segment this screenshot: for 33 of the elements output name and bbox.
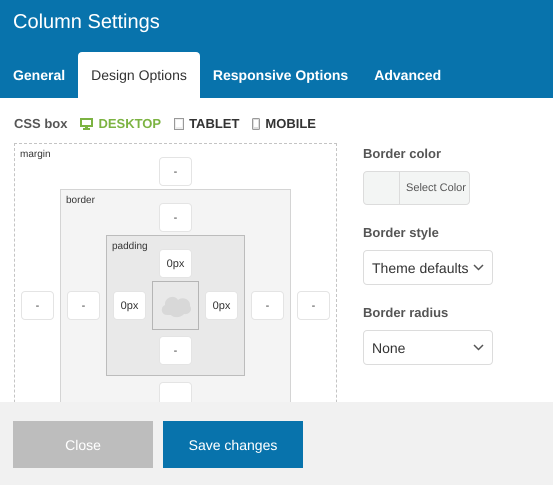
box-label: padding	[111, 240, 149, 254]
input-field[interactable]: -	[159, 157, 192, 186]
tab[interactable]: Responsive Options	[200, 52, 362, 98]
field-label: Border color	[363, 146, 442, 161]
input-field[interactable]: 0px	[113, 291, 146, 320]
section-label: CSS box	[14, 116, 68, 131]
input-field[interactable]: 0px	[205, 291, 238, 320]
input-field[interactable]: -	[67, 291, 100, 320]
chevron-icon	[473, 344, 484, 351]
chevron-icon	[473, 264, 484, 271]
tab[interactable]: General	[0, 52, 78, 98]
input-field[interactable]: -	[159, 203, 192, 232]
select-dropdown[interactable]: None	[363, 330, 493, 365]
box-label: margin	[19, 148, 52, 162]
field-label: Border radius	[363, 305, 450, 320]
tab[interactable]: Advanced	[361, 52, 454, 98]
device-tab[interactable]: TABLET	[174, 116, 240, 131]
window-title: Column Settings	[12, 10, 161, 35]
field-label: Border style	[363, 225, 440, 240]
tab[interactable]: Design Options	[78, 52, 200, 98]
select-dropdown[interactable]: Theme defaults	[363, 250, 493, 285]
input-field[interactable]: -	[159, 336, 192, 365]
input-field[interactable]: 0px	[159, 249, 192, 278]
save-button[interactable]: Save changes	[163, 421, 303, 468]
tablet-icon	[174, 118, 184, 130]
input-field[interactable]: -	[297, 291, 330, 320]
box-label: border	[65, 194, 96, 208]
device-tab[interactable]: MOBILE	[252, 116, 316, 131]
monitor-icon	[80, 118, 94, 130]
phone-icon	[252, 118, 260, 130]
color-picker[interactable]: Select Color	[363, 171, 470, 205]
input-field[interactable]: -	[21, 291, 54, 320]
input-field[interactable]: -	[251, 291, 284, 320]
